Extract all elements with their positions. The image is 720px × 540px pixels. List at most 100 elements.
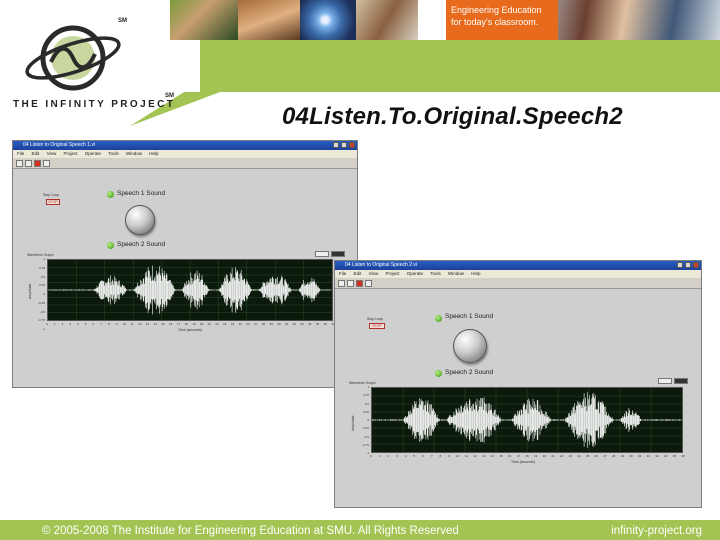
speech2-led-icon <box>107 242 114 249</box>
x-tick-label: 33 <box>300 322 304 326</box>
menu-operate[interactable]: Operate <box>407 271 423 276</box>
minimize-button[interactable] <box>333 142 339 148</box>
y-ticks: 1 0.75 0.5 0.25 0 -0.25 -0.5 -0.75 -1 <box>359 385 369 455</box>
x-tick-label: 8 <box>439 454 442 458</box>
stop-loop-label: Stop Loop <box>43 193 59 197</box>
x-tick-label: 18 <box>525 454 529 458</box>
x-tick-label: 36 <box>681 454 685 458</box>
x-tick-label: 17 <box>176 322 181 326</box>
header-green-band <box>160 40 720 92</box>
menu-view[interactable]: View <box>47 151 57 156</box>
graph-label: Waveform Graph <box>27 253 54 257</box>
photo-cd-disc <box>300 0 356 40</box>
labview-window-speech2[interactable]: 04 Listen to Original Speech 2.vi File E… <box>334 260 702 508</box>
window-titlebar[interactable]: 04 Listen to Original Speech 2.vi <box>335 261 701 270</box>
tagline-box: Engineering Education for today's classr… <box>446 0 558 40</box>
x-tick-label: 2 <box>387 454 390 458</box>
sm-mark-1: SM <box>118 18 127 24</box>
menu-tools[interactable]: Tools <box>108 151 119 156</box>
x-tick-label: 29 <box>620 454 624 458</box>
menu-file[interactable]: File <box>339 271 346 276</box>
x-tick-label: 11 <box>464 454 468 458</box>
sm-mark-2: SM <box>165 93 174 99</box>
labview-window-speech1[interactable]: 04 Listen to Original Speech 1.vi File E… <box>12 140 358 388</box>
y-tick-label: 0 <box>43 292 45 296</box>
x-tick-label: 1 <box>378 454 381 458</box>
x-tick-label: 3 <box>396 454 398 458</box>
menu-edit[interactable]: Edit <box>32 151 40 156</box>
window-titlebar[interactable]: 04 Listen to Original Speech 1.vi <box>13 141 357 150</box>
plot-zoom-control[interactable] <box>331 251 345 257</box>
x-tick-label: 32 <box>646 454 650 458</box>
x-tick-label: 9 <box>448 454 450 458</box>
speech1-label: Speech 1 Sound <box>445 313 494 320</box>
close-button[interactable] <box>693 262 699 268</box>
x-axis-label: Time (seconds) <box>511 460 535 464</box>
x-tick-label: 6 <box>422 454 424 458</box>
slide: Engineering Education for today's classr… <box>0 0 720 540</box>
menu-window[interactable]: Window <box>126 151 142 156</box>
run-arrow-icon[interactable] <box>338 280 345 287</box>
y-axis-label: Amplitude <box>351 415 355 431</box>
maximize-button[interactable] <box>685 262 691 268</box>
pause-icon[interactable] <box>43 160 50 167</box>
close-button[interactable] <box>349 142 355 148</box>
run-arrow-icon[interactable] <box>16 160 23 167</box>
x-tick-label: 19 <box>533 454 538 458</box>
run-continuous-icon[interactable] <box>25 160 32 167</box>
y-tick-label: -0.75 <box>38 318 45 323</box>
x-tick-label: 18 <box>184 322 188 326</box>
y-tick-label: 0.25 <box>363 409 369 414</box>
x-tick-label: 29 <box>269 322 273 326</box>
y-tick-label: 0.5 <box>364 401 369 406</box>
menu-window[interactable]: Window <box>448 271 464 276</box>
maximize-button[interactable] <box>341 142 347 148</box>
front-panel: Stop Loop STOP Speech 1 Sound Speech 2 S… <box>13 169 357 387</box>
abort-icon[interactable] <box>356 280 363 287</box>
menu-file[interactable]: File <box>17 151 24 156</box>
menu-help[interactable]: Help <box>149 151 158 156</box>
menu-help[interactable]: Help <box>471 271 480 276</box>
y-tick-label: 0.5 <box>40 274 45 279</box>
stop-button[interactable]: STOP <box>46 199 60 205</box>
x-tick-label: 7 <box>430 454 433 458</box>
menu-project[interactable]: Project <box>64 151 78 156</box>
x-tick-label: 12 <box>138 322 142 326</box>
x-tick-label: 17 <box>516 454 520 458</box>
x-ticks: 0 1 2 3 4 5 6 7 8 9 10 11 12 13 14 15 16 17 18 19 20 21 22 23 24… <box>46 322 335 327</box>
pause-icon[interactable] <box>365 280 372 287</box>
stop-button[interactable]: STOP <box>369 323 385 329</box>
play-knob-button[interactable] <box>453 329 487 363</box>
menu-project[interactable]: Project <box>386 271 400 276</box>
photo-students-2 <box>238 0 300 40</box>
y-tick-label: 0.75 <box>363 393 369 398</box>
plot-zoom-control[interactable] <box>674 378 688 384</box>
x-tick-label: 15 <box>161 322 165 326</box>
run-continuous-icon[interactable] <box>347 280 354 287</box>
abort-icon[interactable] <box>34 160 41 167</box>
x-tick-label: 5 <box>84 322 87 326</box>
x-tick-label: 5 <box>413 454 416 458</box>
y-tick-label: 0.25 <box>39 283 45 288</box>
minimize-button[interactable] <box>677 262 683 268</box>
x-tick-label: 31 <box>284 322 289 326</box>
tagline-line-2: for today's classroom. <box>451 17 539 27</box>
plot-legend-control[interactable] <box>658 378 672 384</box>
plot-legend-control[interactable] <box>315 251 329 257</box>
menu-operate[interactable]: Operate <box>85 151 101 156</box>
waveform-graph <box>47 259 333 321</box>
menu-view[interactable]: View <box>369 271 379 276</box>
toolbar <box>335 278 701 289</box>
y-tick-label: -0.5 <box>39 309 45 314</box>
x-tick-label: 34 <box>663 454 668 458</box>
play-knob-button[interactable] <box>125 205 155 235</box>
window-title: 04 Listen to Original Speech 2.vi <box>345 262 417 268</box>
x-tick-label: 4 <box>404 454 407 458</box>
x-tick-label: 13 <box>145 322 150 326</box>
site-url[interactable]: infinity-project.org <box>611 520 702 540</box>
menu-edit[interactable]: Edit <box>354 271 362 276</box>
toolbar <box>13 158 357 169</box>
x-tick-label: 26 <box>246 322 250 326</box>
menu-tools[interactable]: Tools <box>430 271 441 276</box>
footer-bar: © 2005-2008 The Institute for Engineerin… <box>0 520 720 540</box>
